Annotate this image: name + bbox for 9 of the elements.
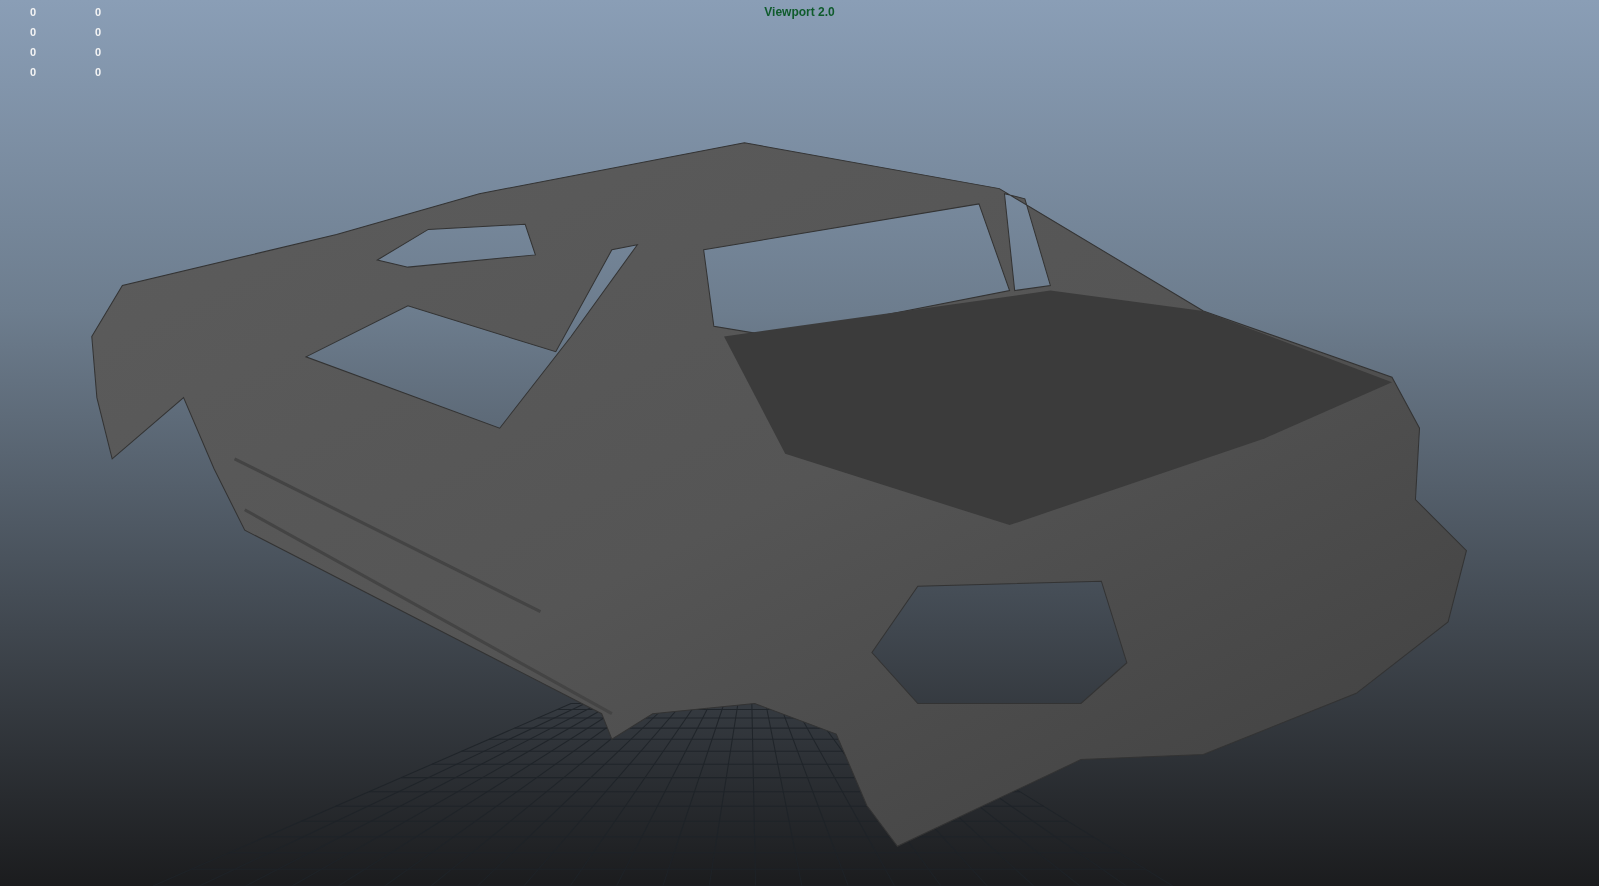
hud-value: 0 xyxy=(30,25,38,39)
hud-value: 0 xyxy=(95,45,103,59)
hud-value: 0 xyxy=(30,45,38,59)
hud-value: 0 xyxy=(30,5,38,19)
hud-value: 0 xyxy=(95,25,103,39)
viewport-title: Viewport 2.0 xyxy=(764,5,835,19)
hud-value: 0 xyxy=(30,65,38,79)
hud-value: 0 xyxy=(95,5,103,19)
hud-value: 0 xyxy=(95,65,103,79)
